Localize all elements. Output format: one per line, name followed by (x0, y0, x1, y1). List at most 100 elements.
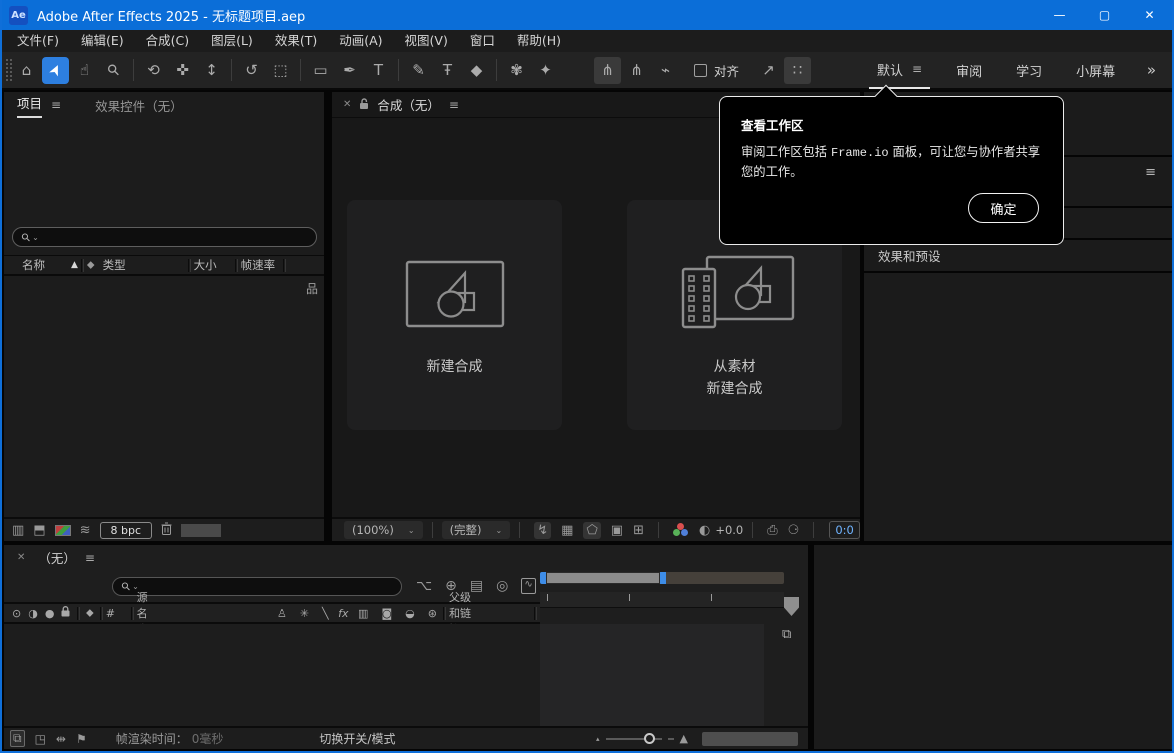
column-divider[interactable] (534, 607, 537, 620)
close-panel-icon[interactable]: ✕ (17, 552, 25, 563)
comp-button-icon[interactable]: ⧉ (782, 627, 791, 642)
tab-project[interactable]: 项目 (17, 92, 42, 118)
zoom-in-icon[interactable]: ▲ (680, 732, 688, 745)
brush-tool[interactable]: ✎ (405, 57, 432, 84)
unlock-icon[interactable] (359, 95, 369, 114)
mask-feather-tool[interactable]: ∷ (784, 57, 811, 84)
shy-icon[interactable]: ♙ (277, 607, 287, 620)
puppet-starch-pin-tool[interactable]: ⋔ (623, 57, 650, 84)
resolution-dropdown[interactable]: (完整)⌄ (442, 521, 511, 539)
menu-edit[interactable]: 编辑(E) (70, 30, 135, 52)
delete-trash-icon[interactable] (161, 522, 172, 539)
pan-camera-tool[interactable]: ✜ (169, 57, 196, 84)
zoom-slider-knob[interactable] (644, 733, 655, 744)
project-search-input[interactable]: ⚲ ⌄ (12, 227, 317, 247)
menu-layer[interactable]: 图层(L) (200, 30, 264, 52)
close-panel-icon[interactable]: ✕ (343, 99, 351, 110)
menu-window[interactable]: 窗口 (459, 30, 506, 52)
fast-preview-icon[interactable]: ↯ (534, 522, 551, 539)
workspace-review[interactable]: 审阅 (948, 51, 990, 89)
label-tag-icon[interactable]: ⬥ (87, 258, 95, 272)
composition-flowchart-icon[interactable]: ⌥ (416, 578, 432, 594)
timeline-track-area[interactable] (540, 624, 764, 726)
menu-effect[interactable]: 效果(T) (264, 30, 328, 52)
timeline-zoom-slider[interactable]: ▴ ▲ (596, 732, 688, 745)
frame-blend-icon[interactable]: ▥ (358, 607, 368, 620)
orbit-camera-tool[interactable]: ⟲ (140, 57, 167, 84)
transparency-grid-icon[interactable]: ▦ (561, 523, 573, 538)
bit-depth-button[interactable]: 8 bpc (100, 522, 153, 539)
toolbar-grip[interactable] (5, 58, 12, 82)
tab-effect-controls[interactable]: 效果控件（无） (95, 96, 183, 115)
menu-view[interactable]: 视图(V) (394, 30, 459, 52)
column-divider[interactable] (283, 259, 286, 272)
audio-icon[interactable]: ◑ (28, 607, 38, 620)
zoom-tool[interactable]: ⚲ (100, 57, 127, 84)
column-frame-rate[interactable]: 帧速率 (241, 257, 276, 273)
column-divider[interactable] (235, 259, 238, 272)
tab-composition[interactable]: 合成（无） (377, 95, 440, 114)
selection-tool[interactable]: ➤ (42, 57, 69, 84)
video-eye-icon[interactable]: ⊙ (12, 607, 21, 620)
work-area-bar[interactable] (540, 572, 784, 584)
column-divider[interactable] (100, 607, 103, 620)
camera-tool[interactable]: ⬚ (267, 57, 294, 84)
render-time-icon[interactable]: ⚑ (76, 732, 87, 746)
effects-fx-icon[interactable]: fx (338, 607, 348, 620)
comp-marker-bin[interactable] (784, 597, 799, 616)
time-ruler[interactable] (540, 592, 784, 608)
graph-editor-icon[interactable]: ∿ (521, 578, 535, 594)
lock-icon[interactable] (61, 606, 70, 620)
column-divider[interactable] (188, 259, 191, 272)
composition-panel-menu-icon[interactable]: ≡ (449, 98, 459, 112)
solo-icon[interactable]: ● (45, 607, 55, 620)
column-name[interactable]: 名称 (22, 257, 45, 273)
rectangle-tool[interactable]: ▭ (307, 57, 334, 84)
proxy-toggle-icon[interactable]: ≋ (80, 523, 91, 538)
motion-blur-switch-icon[interactable]: ◙ (381, 607, 392, 620)
roto-brush-tool[interactable]: ✾ (503, 57, 530, 84)
project-panel-menu-icon[interactable]: ≡ (51, 98, 61, 112)
zoom-slider-track[interactable] (606, 738, 662, 740)
project-flowchart-icon[interactable]: 品 (306, 280, 317, 297)
zoom-out-icon[interactable]: ▴ (596, 735, 600, 743)
workspace-default[interactable]: 默认 ≡ (869, 51, 930, 89)
puppet-position-pin-tool[interactable]: ⋔ (594, 57, 621, 84)
column-divider[interactable] (77, 607, 80, 620)
in-out-panes-icon[interactable]: ⇹ (56, 732, 66, 746)
rotation-tool[interactable]: ↺ (238, 57, 265, 84)
align-tool[interactable]: ↗ (755, 57, 782, 84)
workspace-learn[interactable]: 学习 (1008, 51, 1050, 89)
snapshot-camera-icon[interactable]: ⎙ (767, 523, 777, 538)
region-of-interest-icon[interactable]: ⬠ (583, 522, 600, 539)
hand-tool[interactable]: ☝ (71, 57, 98, 84)
exposure-value[interactable]: +0.0 (715, 523, 743, 537)
new-composition-button[interactable]: 新建合成 (347, 200, 562, 430)
tab-timeline[interactable]: （无） (38, 548, 76, 567)
column-size[interactable]: 大小 (194, 257, 217, 273)
text-tool[interactable]: T (365, 57, 392, 84)
home-tool[interactable]: ⌂ (13, 57, 40, 84)
new-folder-icon[interactable]: ⬒ (33, 523, 45, 538)
snap-checkbox[interactable] (694, 64, 707, 77)
clone-stamp-tool[interactable]: Ŧ (434, 57, 461, 84)
menu-help[interactable]: 帮助(H) (506, 30, 572, 52)
panel-menu-icon[interactable]: ≡ (1145, 165, 1156, 180)
minimize-button[interactable]: — (1037, 0, 1082, 30)
grid-guides-icon[interactable]: ⊞ (633, 523, 644, 538)
column-divider[interactable] (81, 259, 84, 272)
timeline-layer-area[interactable] (4, 624, 540, 726)
channel-rgb-icon[interactable] (673, 523, 689, 537)
pen-tool[interactable]: ✒ (336, 57, 363, 84)
close-button[interactable]: ✕ (1127, 0, 1172, 30)
column-index[interactable]: # (106, 607, 115, 620)
magnification-dropdown[interactable]: (100%)⌄ (344, 521, 423, 539)
timeline-panel-menu-icon[interactable]: ≡ (85, 551, 95, 565)
eraser-tool[interactable]: ◆ (463, 57, 490, 84)
motion-blur-icon[interactable]: ◎ (496, 578, 508, 594)
work-area-region[interactable] (546, 572, 660, 584)
transfer-controls-icon[interactable]: ◳ (35, 732, 46, 746)
interpret-footage-icon[interactable]: ▥ (12, 523, 24, 538)
exposure-icon[interactable]: ◐ (699, 523, 710, 538)
column-divider[interactable] (443, 607, 446, 620)
